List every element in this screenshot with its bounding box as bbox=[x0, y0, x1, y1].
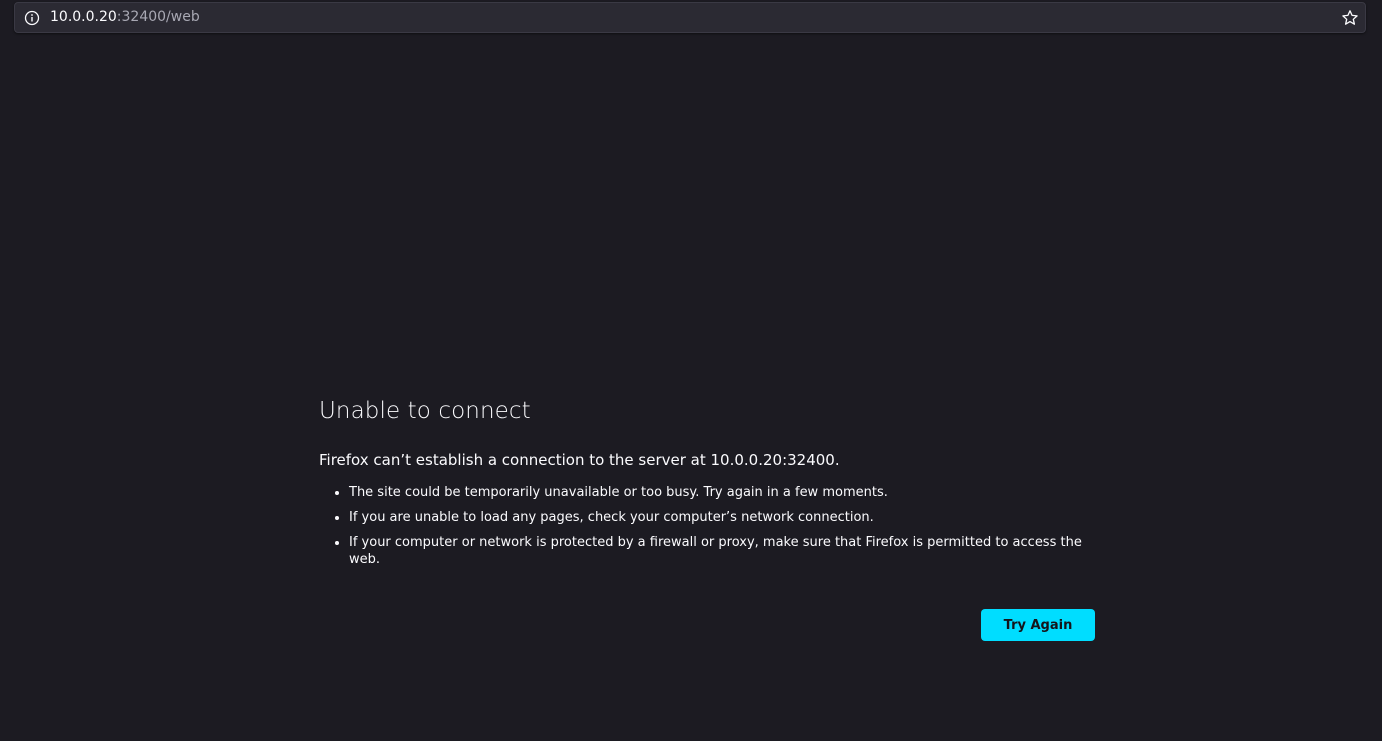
error-tips-list: The site could be temporarily unavailabl… bbox=[319, 484, 1095, 568]
address-bar[interactable]: 10.0.0.20:32400/web bbox=[14, 2, 1366, 33]
info-circle-icon[interactable] bbox=[24, 10, 40, 26]
browser-toolbar: 10.0.0.20:32400/web bbox=[0, 0, 1382, 40]
list-item: If you are unable to load any pages, che… bbox=[349, 509, 1095, 526]
list-item: If your computer or network is protected… bbox=[349, 534, 1095, 568]
button-container: Try Again bbox=[981, 609, 1095, 641]
star-icon[interactable] bbox=[1341, 9, 1359, 27]
error-title: Unable to connect bbox=[319, 398, 531, 424]
url-host: 10.0.0.20 bbox=[50, 9, 117, 25]
url-text[interactable]: 10.0.0.20:32400/web bbox=[50, 3, 200, 32]
error-description: Firefox can’t establish a connection to … bbox=[319, 451, 840, 469]
error-page-content: Unable to connect Firefox can’t establis… bbox=[319, 394, 1095, 576]
list-item: The site could be temporarily unavailabl… bbox=[349, 484, 1095, 501]
try-again-button[interactable]: Try Again bbox=[981, 609, 1095, 641]
url-path: :32400/web bbox=[116, 9, 200, 25]
